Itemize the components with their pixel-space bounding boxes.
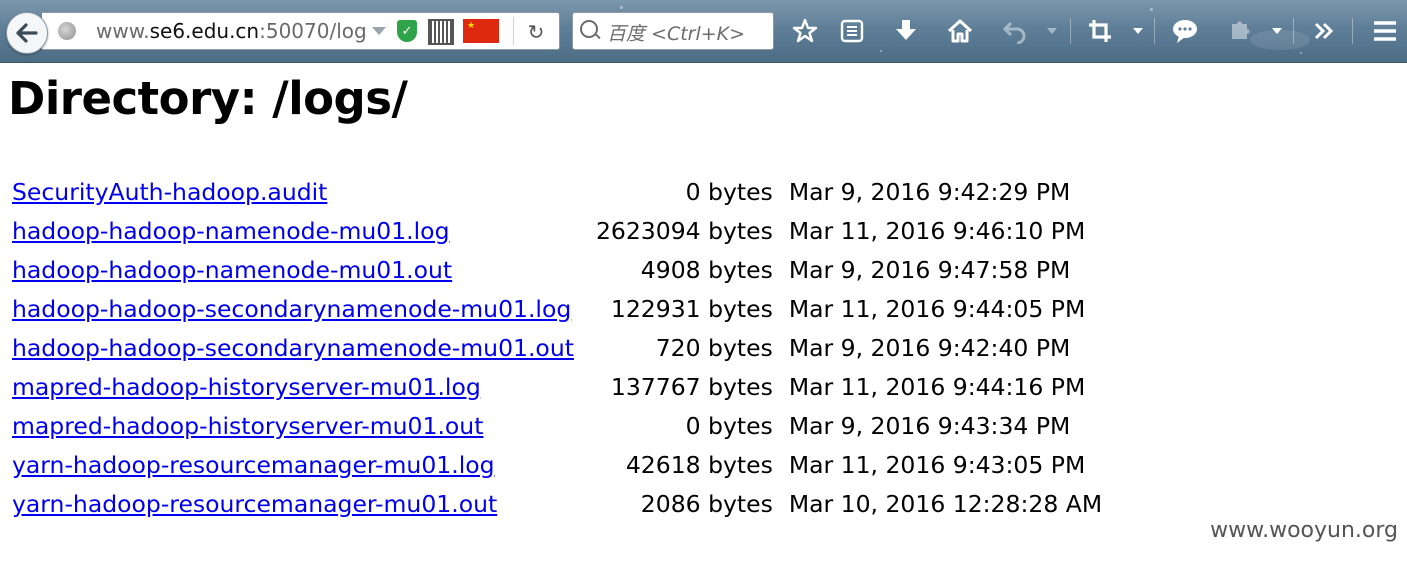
file-link[interactable]: yarn-hadoop-resourcemanager-mu01.log: [12, 451, 495, 479]
file-size: 2623094 bytes: [595, 216, 773, 245]
url-suffix: :50070/log: [259, 19, 367, 43]
file-name-cell: mapred-hadoop-historyserver-mu01.log: [12, 367, 574, 406]
file-modified-date: Mar 9, 2016 9:42:40 PM: [788, 333, 1071, 362]
url-prefix: www.: [96, 19, 150, 43]
url-host: se6.edu.cn: [149, 19, 260, 43]
file-size: 137767 bytes: [610, 372, 773, 401]
undo-icon[interactable]: [1000, 16, 1030, 46]
file-link[interactable]: mapred-hadoop-historyserver-mu01.out: [12, 412, 483, 440]
file-link[interactable]: hadoop-hadoop-secondarynamenode-mu01.log: [12, 295, 571, 323]
file-name-cell: yarn-hadoop-resourcemanager-mu01.out: [12, 484, 574, 523]
file-name-cell: hadoop-hadoop-namenode-mu01.out: [12, 250, 574, 289]
file-listing-table: SecurityAuth-hadoop.audit 0 bytes Mar 9, …: [10, 172, 1104, 523]
file-modified-date: Mar 11, 2016 9:43:05 PM: [788, 450, 1086, 479]
file-name-cell: mapred-hadoop-historyserver-mu01.out: [12, 406, 574, 445]
browser-toolbar: www.se6.edu.cn:50070/log ✓ ★ ↻ 百度 <Ctrl+…: [0, 0, 1407, 63]
home-icon[interactable]: [945, 16, 975, 46]
extension-menu-caret-icon[interactable]: [1272, 28, 1282, 34]
file-row: hadoop-hadoop-secondarynamenode-mu01.out…: [12, 328, 1102, 367]
search-icon[interactable]: [580, 20, 598, 38]
reload-icon[interactable]: ↻: [524, 20, 548, 44]
file-row: mapred-hadoop-historyserver-mu01.log 137…: [12, 367, 1102, 406]
file-size: 0 bytes: [685, 177, 773, 206]
toolbar-star-decoration: [1150, 8, 1153, 11]
file-row: hadoop-hadoop-secondarynamenode-mu01.log…: [12, 289, 1102, 328]
file-link[interactable]: hadoop-hadoop-namenode-mu01.out: [12, 256, 452, 284]
page-title: Directory: /logs/: [8, 72, 408, 125]
overflow-chevron-icon[interactable]: [1309, 16, 1339, 46]
file-row: yarn-hadoop-resourcemanager-mu01.log 426…: [12, 445, 1102, 484]
crop-icon[interactable]: [1085, 16, 1115, 46]
hamburger-menu-icon[interactable]: [1370, 16, 1400, 46]
url-dropdown-icon[interactable]: [372, 27, 386, 35]
file-size: 2086 bytes: [640, 489, 773, 518]
qr-code-icon[interactable]: [428, 19, 454, 45]
file-size: 0 bytes: [685, 411, 773, 440]
crop-menu-caret-icon[interactable]: [1133, 28, 1143, 34]
toolbar-star-decoration: [1300, 52, 1302, 54]
file-modified-date: Mar 9, 2016 9:42:29 PM: [788, 177, 1071, 206]
reading-list-icon[interactable]: [837, 16, 867, 46]
file-row: SecurityAuth-hadoop.audit 0 bytes Mar 9, …: [12, 172, 1102, 211]
file-modified-date: Mar 11, 2016 9:44:05 PM: [788, 294, 1086, 323]
file-name-cell: hadoop-hadoop-secondarynamenode-mu01.log: [12, 289, 574, 328]
file-row: hadoop-hadoop-namenode-mu01.log 2623094 …: [12, 211, 1102, 250]
china-flag-icon[interactable]: ★: [463, 19, 499, 43]
back-button[interactable]: [6, 12, 48, 54]
file-name-cell: yarn-hadoop-resourcemanager-mu01.log: [12, 445, 574, 484]
bookmark-star-icon[interactable]: [790, 16, 820, 46]
file-row: yarn-hadoop-resourcemanager-mu01.out 208…: [12, 484, 1102, 523]
shield-icon[interactable]: ✓: [397, 20, 417, 42]
file-size: 720 bytes: [655, 333, 773, 362]
download-icon[interactable]: [891, 16, 921, 46]
undo-menu-caret-icon[interactable]: [1047, 28, 1057, 34]
globe-icon[interactable]: [58, 22, 76, 40]
file-row: hadoop-hadoop-namenode-mu01.out 4908 byt…: [12, 250, 1102, 289]
file-name-cell: hadoop-hadoop-namenode-mu01.log: [12, 211, 574, 250]
file-modified-date: Mar 11, 2016 9:44:16 PM: [788, 372, 1086, 401]
watermark-text: www.wooyun.org: [1210, 518, 1398, 543]
chat-bubble-icon[interactable]: [1170, 16, 1200, 46]
url-text[interactable]: www.se6.edu.cn:50070/log: [96, 19, 367, 43]
toolbar-star-decoration: [620, 6, 623, 9]
file-name-cell: hadoop-hadoop-secondarynamenode-mu01.out: [12, 328, 574, 367]
file-link[interactable]: hadoop-hadoop-secondarynamenode-mu01.out: [12, 334, 574, 362]
file-link[interactable]: hadoop-hadoop-namenode-mu01.log: [12, 217, 449, 245]
toolbar-separator: [1293, 18, 1294, 44]
file-link[interactable]: SecurityAuth-hadoop.audit: [12, 178, 327, 206]
file-modified-date: Mar 10, 2016 12:28:28 AM: [788, 489, 1103, 518]
file-modified-date: Mar 9, 2016 9:47:58 PM: [788, 255, 1071, 284]
file-link[interactable]: mapred-hadoop-historyserver-mu01.log: [12, 373, 481, 401]
file-size: 4908 bytes: [640, 255, 773, 284]
search-placeholder[interactable]: 百度 <Ctrl+K>: [607, 19, 745, 46]
toolbar-star-decoration: [880, 50, 882, 52]
toolbar-separator: [1154, 18, 1155, 44]
file-size: 42618 bytes: [625, 450, 773, 479]
file-modified-date: Mar 11, 2016 9:46:10 PM: [788, 216, 1086, 245]
url-divider: [513, 17, 514, 45]
toolbar-separator: [1352, 18, 1353, 44]
toolbar-separator: [1070, 18, 1071, 44]
file-modified-date: Mar 9, 2016 9:43:34 PM: [788, 411, 1071, 440]
file-row: mapred-hadoop-historyserver-mu01.out 0 b…: [12, 406, 1102, 445]
file-name-cell: SecurityAuth-hadoop.audit: [12, 172, 574, 211]
file-listing-body: SecurityAuth-hadoop.audit 0 bytes Mar 9, …: [12, 172, 1102, 523]
file-link[interactable]: yarn-hadoop-resourcemanager-mu01.out: [12, 490, 497, 518]
back-arrow-icon: [16, 23, 38, 43]
extension-icon[interactable]: [1224, 16, 1254, 46]
file-size: 122931 bytes: [610, 294, 773, 323]
